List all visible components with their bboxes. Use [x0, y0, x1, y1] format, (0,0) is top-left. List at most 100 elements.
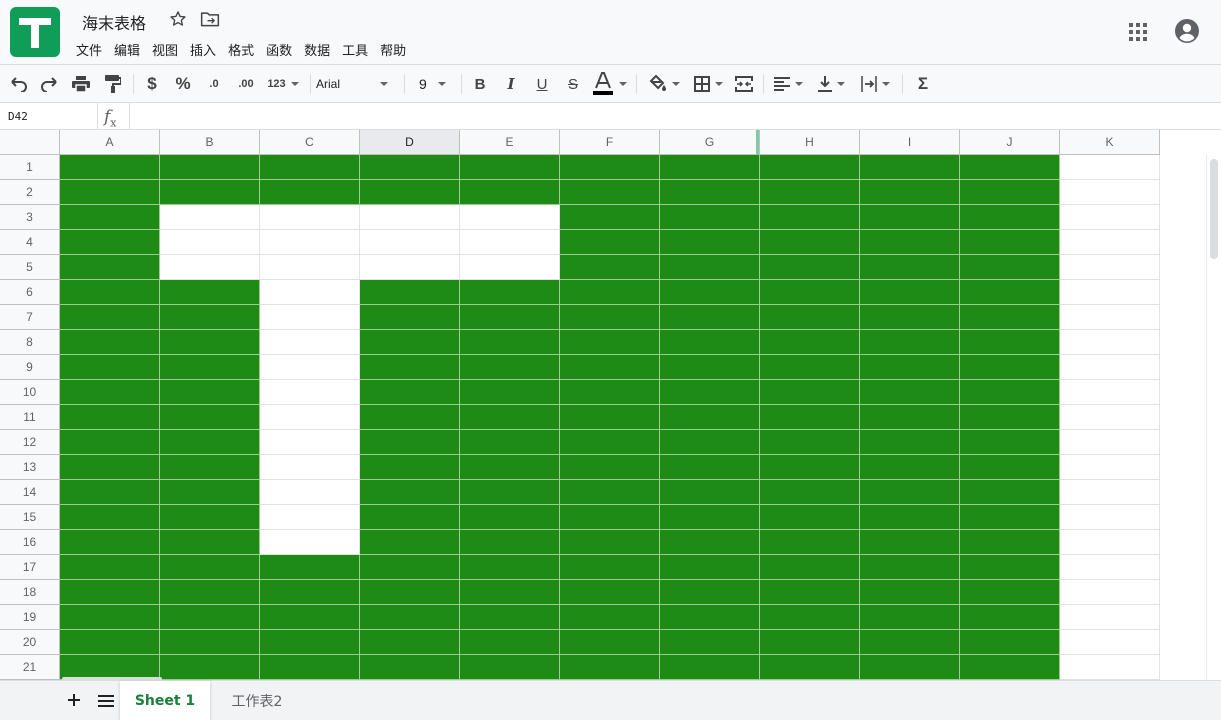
cell-d10[interactable]	[360, 380, 460, 405]
cell-k10[interactable]	[1060, 380, 1160, 405]
cell-a1[interactable]	[60, 155, 160, 180]
cell-j13[interactable]	[960, 455, 1060, 480]
cell-e16[interactable]	[460, 530, 560, 555]
decrease-decimal-icon[interactable]: .0	[201, 71, 227, 97]
cell-f6[interactable]	[560, 280, 660, 305]
cell-i14[interactable]	[860, 480, 960, 505]
cell-i1[interactable]	[860, 155, 960, 180]
cell-c17[interactable]	[260, 555, 360, 580]
cell-e19[interactable]	[460, 605, 560, 630]
cell-f1[interactable]	[560, 155, 660, 180]
row-header-8[interactable]: 8	[0, 330, 60, 355]
cell-g6[interactable]	[660, 280, 760, 305]
cell-k3[interactable]	[1060, 205, 1160, 230]
cell-reference-box[interactable]: D42	[0, 103, 98, 129]
column-header-f[interactable]: F	[560, 130, 660, 155]
cell-d17[interactable]	[360, 555, 460, 580]
cell-j5[interactable]	[960, 255, 1060, 280]
cell-f16[interactable]	[560, 530, 660, 555]
column-header-h[interactable]: H	[760, 130, 860, 155]
cell-c14[interactable]	[260, 480, 360, 505]
cell-j19[interactable]	[960, 605, 1060, 630]
cell-f20[interactable]	[560, 630, 660, 655]
cell-b10[interactable]	[160, 380, 260, 405]
cell-d7[interactable]	[360, 305, 460, 330]
star-icon[interactable]	[168, 9, 188, 29]
bold-icon[interactable]: B	[470, 71, 490, 97]
menu-insert[interactable]: 插入	[190, 40, 216, 59]
column-header-c[interactable]: C	[260, 130, 360, 155]
cell-i19[interactable]	[860, 605, 960, 630]
cell-i5[interactable]	[860, 255, 960, 280]
redo-icon[interactable]	[38, 71, 60, 97]
cell-j16[interactable]	[960, 530, 1060, 555]
cell-h21[interactable]	[760, 655, 860, 680]
cell-g13[interactable]	[660, 455, 760, 480]
cell-b4[interactable]	[160, 230, 260, 255]
row-header-18[interactable]: 18	[0, 580, 60, 605]
cell-d4[interactable]	[360, 230, 460, 255]
row-header-4[interactable]: 4	[0, 230, 60, 255]
cell-b8[interactable]	[160, 330, 260, 355]
cell-b9[interactable]	[160, 355, 260, 380]
cell-i3[interactable]	[860, 205, 960, 230]
cell-b13[interactable]	[160, 455, 260, 480]
column-header-d[interactable]: D	[360, 130, 460, 155]
cell-b7[interactable]	[160, 305, 260, 330]
cell-a10[interactable]	[60, 380, 160, 405]
cell-a19[interactable]	[60, 605, 160, 630]
row-header-9[interactable]: 9	[0, 355, 60, 380]
cell-g7[interactable]	[660, 305, 760, 330]
cell-i2[interactable]	[860, 180, 960, 205]
menu-tools[interactable]: 工具	[342, 40, 368, 59]
cell-c4[interactable]	[260, 230, 360, 255]
cell-c5[interactable]	[260, 255, 360, 280]
cell-g8[interactable]	[660, 330, 760, 355]
cell-d9[interactable]	[360, 355, 460, 380]
cell-a6[interactable]	[60, 280, 160, 305]
menu-help[interactable]: 帮助	[380, 40, 406, 59]
cell-i10[interactable]	[860, 380, 960, 405]
cell-c7[interactable]	[260, 305, 360, 330]
cell-h19[interactable]	[760, 605, 860, 630]
cell-a16[interactable]	[60, 530, 160, 555]
row-header-2[interactable]: 2	[0, 180, 60, 205]
cell-e7[interactable]	[460, 305, 560, 330]
column-header-a[interactable]: A	[60, 130, 160, 155]
cell-a11[interactable]	[60, 405, 160, 430]
cell-k15[interactable]	[1060, 505, 1160, 530]
cell-a2[interactable]	[60, 180, 160, 205]
app-logo-icon[interactable]	[10, 7, 60, 57]
cell-b17[interactable]	[160, 555, 260, 580]
vertical-align-icon[interactable]	[815, 71, 847, 97]
cell-d11[interactable]	[360, 405, 460, 430]
cell-g21[interactable]	[660, 655, 760, 680]
cell-e5[interactable]	[460, 255, 560, 280]
cell-f5[interactable]	[560, 255, 660, 280]
column-header-i[interactable]: I	[860, 130, 960, 155]
formula-input[interactable]	[129, 103, 1221, 129]
cell-e17[interactable]	[460, 555, 560, 580]
cell-i20[interactable]	[860, 630, 960, 655]
cell-f12[interactable]	[560, 430, 660, 455]
sheet-tab-2[interactable]: 工作表2	[212, 681, 302, 720]
cell-c13[interactable]	[260, 455, 360, 480]
cell-f3[interactable]	[560, 205, 660, 230]
cell-e13[interactable]	[460, 455, 560, 480]
cell-b5[interactable]	[160, 255, 260, 280]
cell-b6[interactable]	[160, 280, 260, 305]
cell-e8[interactable]	[460, 330, 560, 355]
cell-d15[interactable]	[360, 505, 460, 530]
cell-e15[interactable]	[460, 505, 560, 530]
cell-h20[interactable]	[760, 630, 860, 655]
move-to-folder-icon[interactable]	[200, 10, 220, 28]
cell-g20[interactable]	[660, 630, 760, 655]
cell-c8[interactable]	[260, 330, 360, 355]
functions-sigma-icon[interactable]: Σ	[912, 71, 934, 97]
strikethrough-icon[interactable]: S	[563, 71, 583, 97]
spreadsheet-grid[interactable]: ABCDEFGHIJK 1 2 3 4 5 6 7 8 9 10 11 12 13 14 15 16 17 18 1…	[0, 130, 1221, 680]
cell-e10[interactable]	[460, 380, 560, 405]
percent-format-icon[interactable]: %	[172, 71, 194, 97]
cell-k21[interactable]	[1060, 655, 1160, 680]
cell-c6[interactable]	[260, 280, 360, 305]
